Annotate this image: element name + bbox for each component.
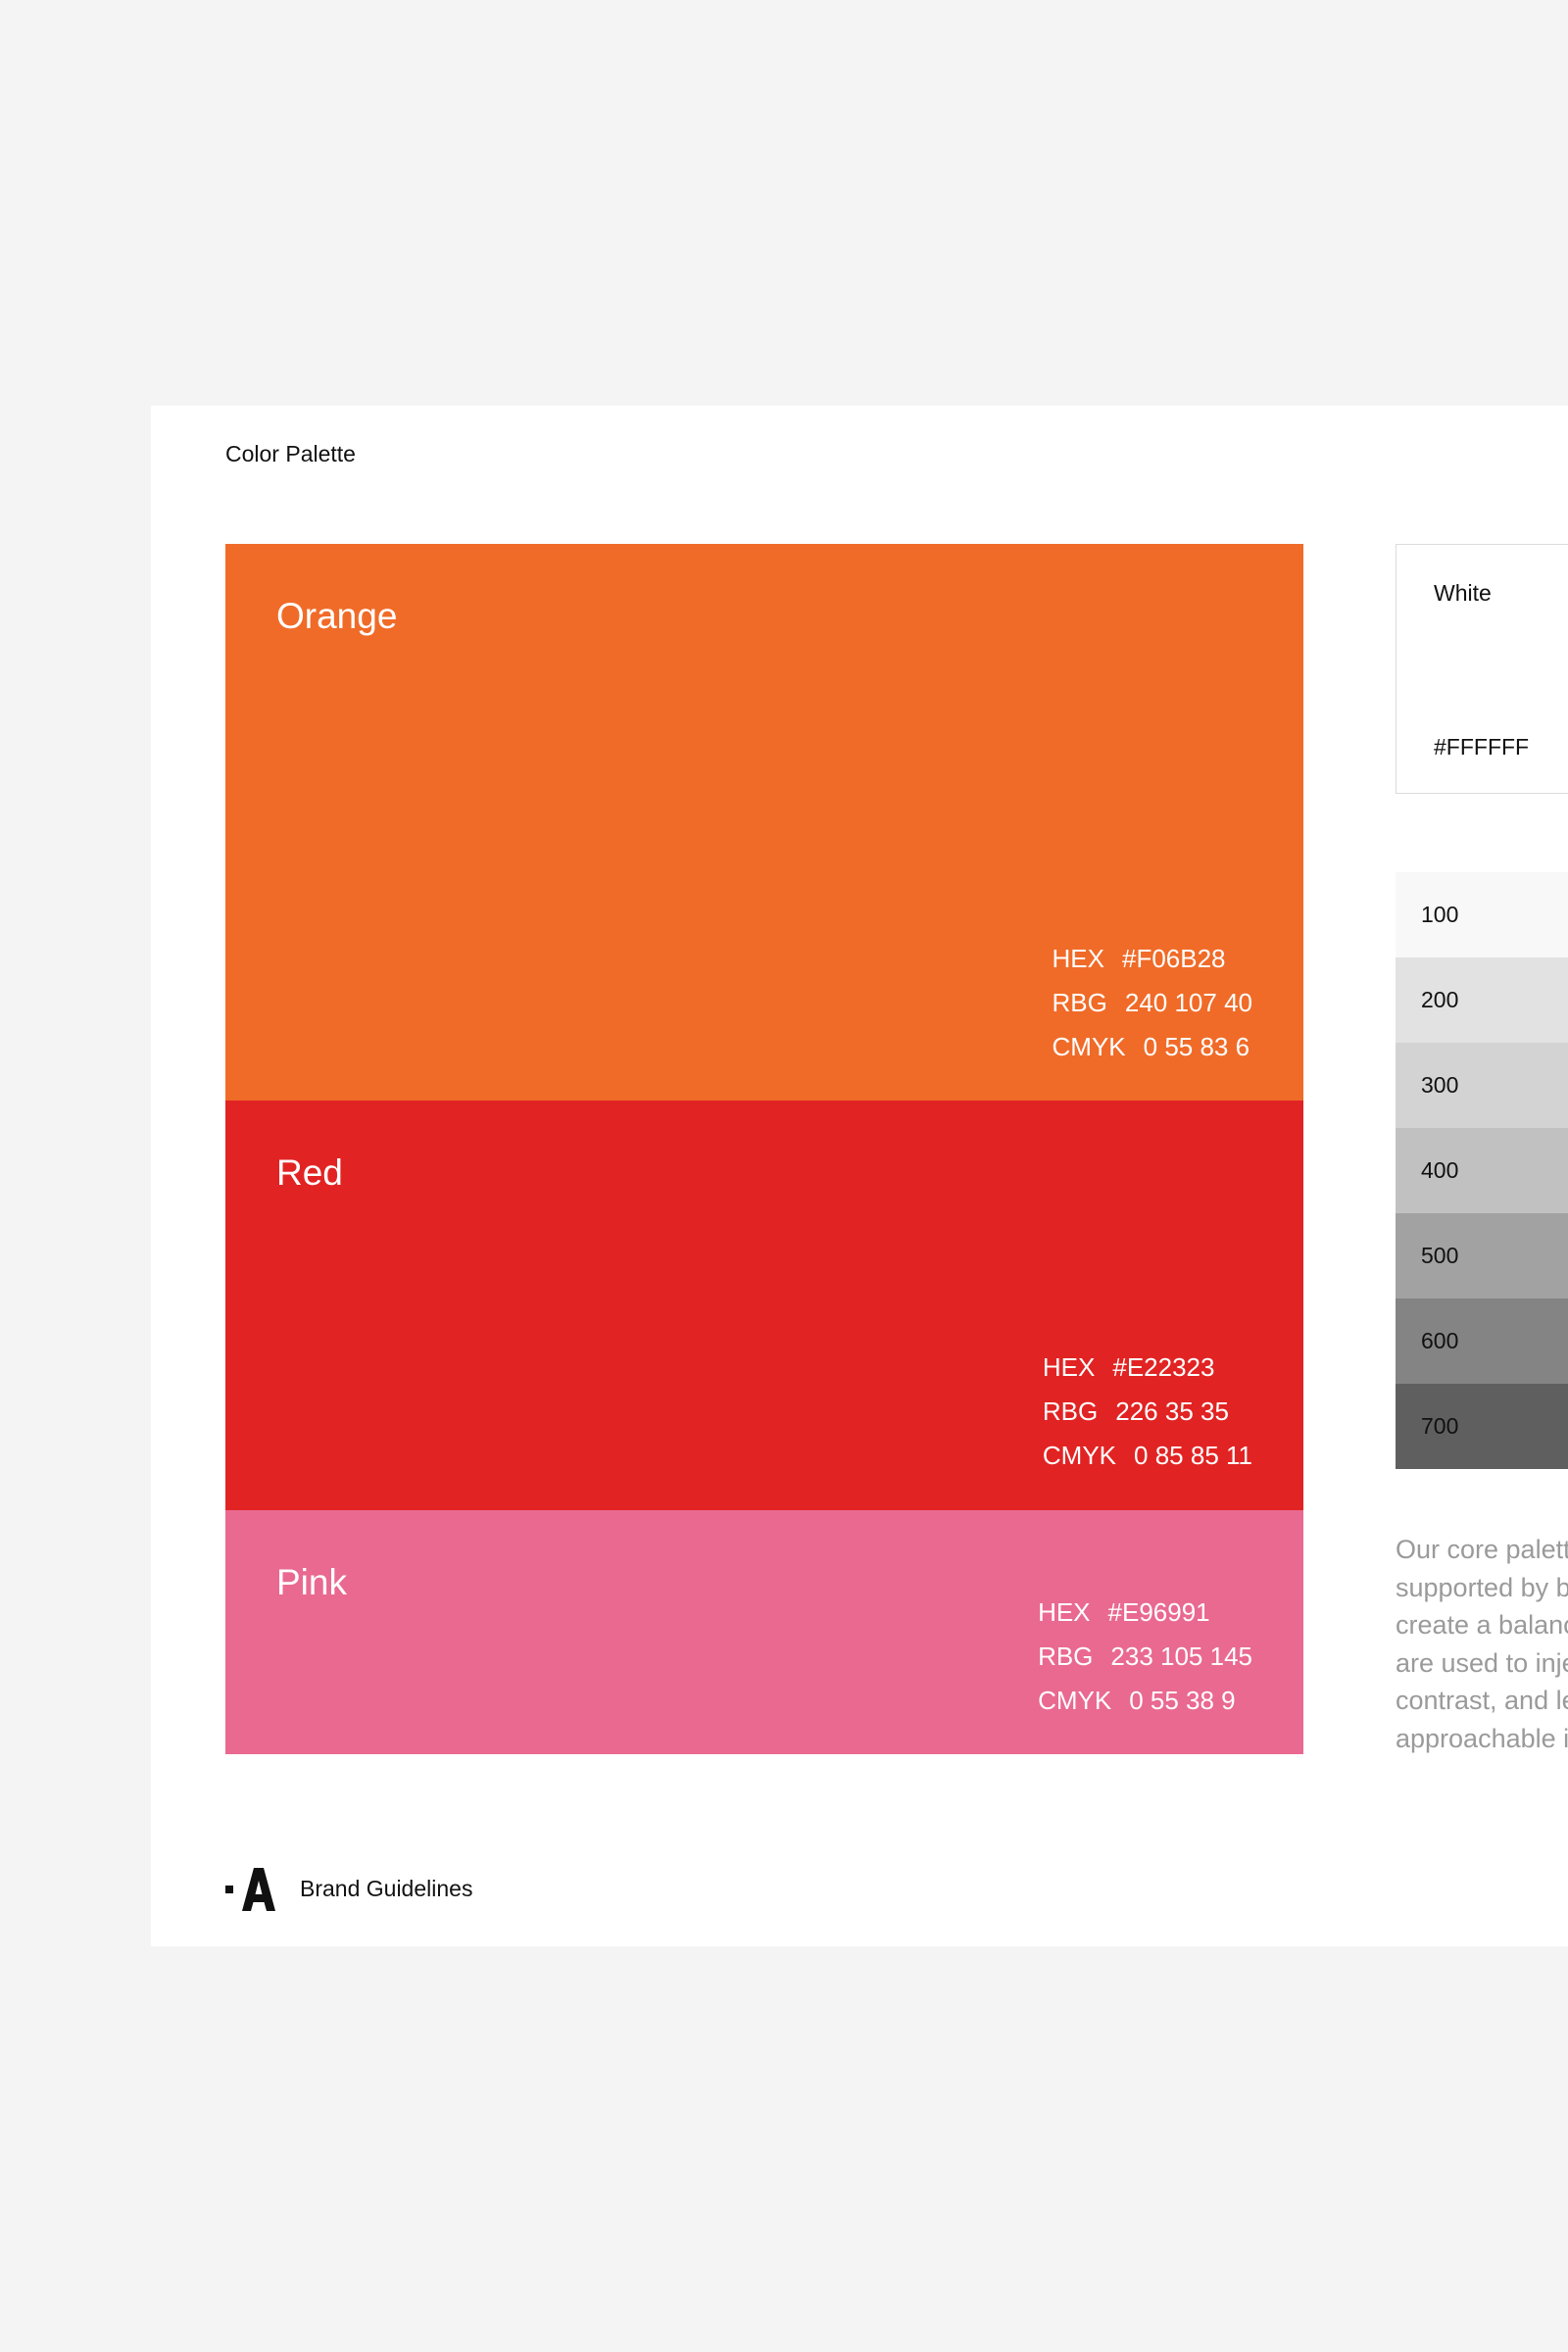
description-line: contrast, and le [1396, 1686, 1568, 1715]
spec-value: 233 105 145 [1110, 1642, 1252, 1671]
gray-step-200: 200 [1396, 957, 1568, 1043]
brand-logo-icon [225, 1868, 275, 1911]
gray-scale: 100 200 300 400 500 600 700 [1396, 872, 1568, 1469]
spec-value: 0 55 38 9 [1129, 1686, 1236, 1715]
description-line: are used to inje [1396, 1647, 1568, 1678]
gray-step-400: 400 [1396, 1128, 1568, 1213]
swatch-name: Pink [276, 1562, 347, 1602]
spec-value: 0 55 83 6 [1143, 1032, 1250, 1061]
spec-value: 0 85 85 11 [1134, 1441, 1252, 1470]
swatch-specs: HEX #F06B28 RBG 240 107 40 CMYK 0 55 83 6 [1053, 937, 1252, 1069]
description-line: Our core palett [1396, 1535, 1568, 1564]
spec-cmyk: CMYK 0 55 83 6 [1053, 1025, 1252, 1069]
gray-step-600: 600 [1396, 1298, 1568, 1384]
swatch-red: Red HEX #E22323 RBG 226 35 35 CMYK 0 85 85 … [225, 1101, 1303, 1510]
swatch-specs: HEX #E96991 RBG 233 105 145 CMYK 0 55 38 9 [1038, 1591, 1252, 1723]
gray-step-label: 500 [1421, 1243, 1459, 1268]
spec-value: #E96991 [1107, 1597, 1210, 1627]
gray-step-label: 200 [1421, 987, 1459, 1012]
spec-value: #E22323 [1112, 1352, 1215, 1382]
palette-description: Our core palett supported by b create a … [1396, 1531, 1568, 1757]
spec-label: HEX [1038, 1597, 1091, 1627]
gray-step-500: 500 [1396, 1213, 1568, 1298]
spec-label: HEX [1042, 1352, 1096, 1382]
description-line: supported by b [1396, 1572, 1568, 1602]
gray-step-300: 300 [1396, 1043, 1568, 1128]
spec-label: RBG [1042, 1396, 1099, 1426]
gray-step-label: 600 [1421, 1328, 1459, 1353]
spec-rgb: RBG 240 107 40 [1053, 981, 1252, 1025]
gray-step-700: 700 [1396, 1384, 1568, 1469]
gray-step-label: 100 [1421, 902, 1459, 927]
swatch-name: Red [276, 1152, 343, 1193]
swatch-white: White #FFFFFF [1396, 544, 1568, 794]
footer-title: Brand Guidelines [300, 1876, 473, 1901]
spec-value: 226 35 35 [1115, 1396, 1229, 1426]
spec-hex: HEX #F06B28 [1053, 937, 1252, 981]
gray-step-label: 700 [1421, 1413, 1459, 1439]
spec-cmyk: CMYK 0 85 85 11 [1043, 1434, 1252, 1478]
swatch-name: White [1434, 580, 1492, 606]
spec-label: HEX [1052, 944, 1104, 973]
gray-step-label: 400 [1421, 1157, 1459, 1183]
spec-value: 240 107 40 [1124, 988, 1252, 1017]
spec-hex: HEX #E22323 [1043, 1346, 1252, 1390]
gray-step-100: 100 [1396, 872, 1568, 957]
spec-rgb: RBG 226 35 35 [1043, 1390, 1252, 1434]
description-line: approachable i [1396, 1723, 1568, 1753]
swatch-orange: Orange HEX #F06B28 RBG 240 107 40 CMYK 0 55… [225, 544, 1303, 1101]
spec-hex: HEX #E96991 [1038, 1591, 1252, 1635]
spec-value: #F06B28 [1121, 944, 1226, 973]
brand-guidelines-page: Color Palette Orange HEX #F06B28 RBG 240 1… [151, 406, 1568, 1946]
spec-label: RBG [1052, 988, 1107, 1017]
spec-cmyk: CMYK 0 55 38 9 [1038, 1679, 1252, 1723]
spec-label: CMYK [1052, 1032, 1126, 1061]
spec-label: CMYK [1042, 1441, 1117, 1470]
description-line: create a balanc [1396, 1610, 1568, 1640]
spec-rgb: RBG 233 105 145 [1038, 1635, 1252, 1679]
section-title: Color Palette [225, 441, 356, 466]
spec-label: RBG [1038, 1642, 1094, 1671]
spec-label: CMYK [1038, 1686, 1112, 1715]
gray-step-label: 300 [1421, 1072, 1459, 1098]
swatch-specs: HEX #E22323 RBG 226 35 35 CMYK 0 85 85 11 [1043, 1346, 1252, 1478]
swatch-name: Orange [276, 596, 398, 636]
swatch-hex: #FFFFFF [1434, 734, 1530, 760]
swatch-pink: Pink HEX #E96991 RBG 233 105 145 CMYK 0 55 … [225, 1510, 1303, 1754]
